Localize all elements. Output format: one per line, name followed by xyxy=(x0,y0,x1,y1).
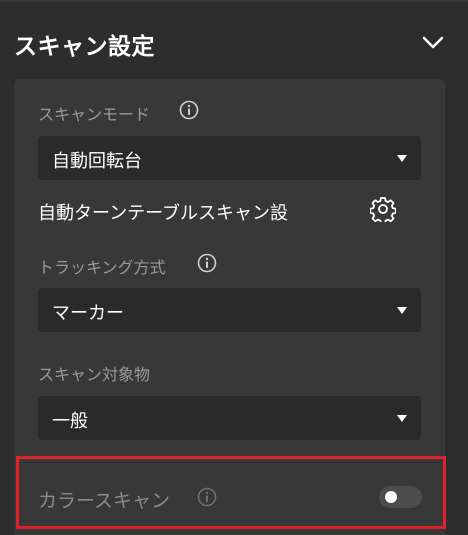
dropdown-arrow-icon xyxy=(397,307,407,314)
gear-icon[interactable] xyxy=(369,196,397,225)
scan-target-value: 一般 xyxy=(52,411,88,432)
scan-mode-select[interactable]: 自動回転台 xyxy=(38,136,421,180)
highlight-box xyxy=(16,456,446,529)
scan-mode-value: 自動回転台 xyxy=(52,151,142,172)
tracking-info-icon[interactable] xyxy=(197,253,217,273)
top-border xyxy=(0,0,468,2)
chevron-down-icon xyxy=(422,36,444,49)
scan-mode-label: スキャンモード xyxy=(38,105,151,124)
turntable-settings-label: 自動ターンテーブルスキャン設 xyxy=(38,203,289,224)
scan-target-select[interactable]: 一般 xyxy=(38,396,421,440)
section-title: スキャン設定 xyxy=(14,34,155,60)
dropdown-arrow-icon xyxy=(397,155,407,162)
dropdown-arrow-icon xyxy=(397,415,407,422)
tracking-method-select[interactable]: マーカー xyxy=(38,288,421,332)
collapse-button[interactable] xyxy=(420,30,446,56)
tracking-method-label: トラッキング方式 xyxy=(38,258,166,277)
scan-target-label: スキャン対象物 xyxy=(38,365,151,384)
scan-mode-info-icon[interactable] xyxy=(179,100,199,120)
tracking-method-value: マーカー xyxy=(52,303,124,324)
